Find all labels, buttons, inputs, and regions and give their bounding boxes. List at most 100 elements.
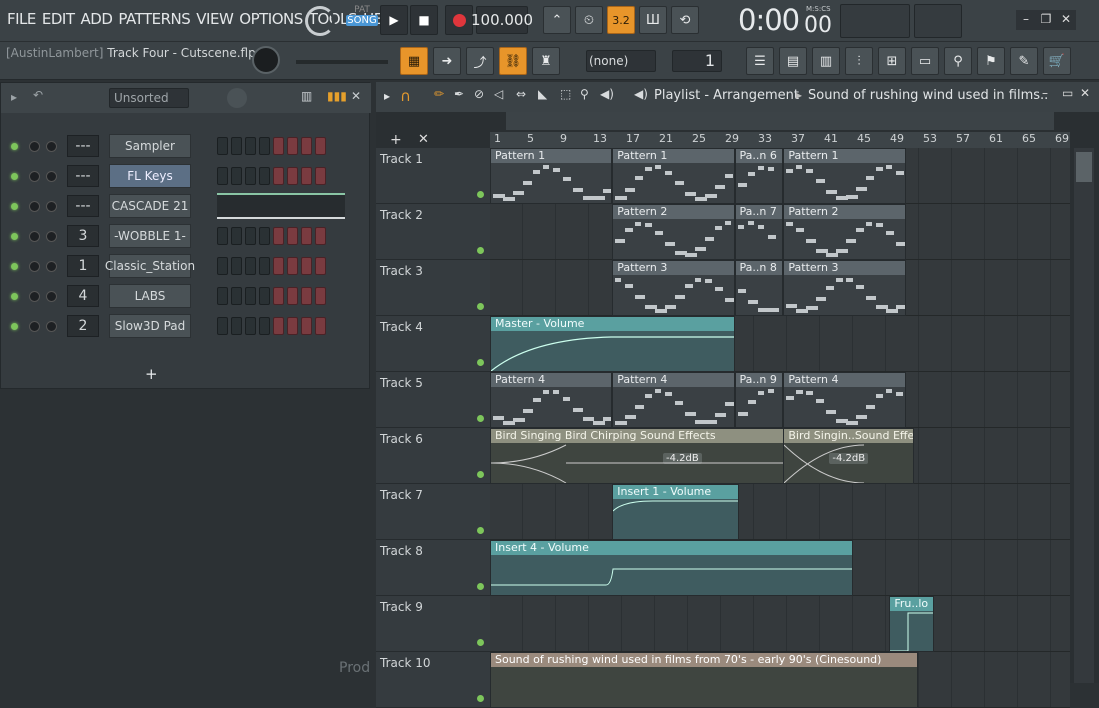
track-header[interactable]: Track 9: [376, 596, 490, 652]
track-header[interactable]: Track 3: [376, 260, 490, 316]
volume-knob[interactable]: [46, 290, 57, 302]
step-graph[interactable]: [217, 193, 345, 219]
menu-edit[interactable]: EDIT: [39, 10, 78, 28]
step-button[interactable]: [287, 287, 298, 305]
track-lane[interactable]: [490, 484, 1070, 540]
step-button[interactable]: [315, 257, 326, 275]
channel-led[interactable]: [11, 172, 18, 180]
playlist-clip[interactable]: Bird Singing Bird Chirping Sound Effects…: [490, 428, 792, 484]
track-header[interactable]: Track 10: [376, 652, 490, 708]
channel-rack-icon[interactable]: ▤: [779, 47, 807, 75]
step-button[interactable]: [231, 167, 242, 185]
track-header[interactable]: Track 5: [376, 372, 490, 428]
playlist-clip[interactable]: Pattern 1: [612, 148, 735, 204]
pat-label[interactable]: PAT: [346, 5, 378, 15]
step-button[interactable]: [259, 317, 270, 335]
playlist-clip[interactable]: Pattern 1: [783, 148, 906, 204]
menu-patterns[interactable]: PATTERNS: [115, 10, 193, 28]
step-button[interactable]: [245, 257, 256, 275]
play-button[interactable]: ▶: [380, 5, 408, 35]
step-button[interactable]: [259, 287, 270, 305]
step-button[interactable]: [273, 137, 284, 155]
step-button[interactable]: [217, 227, 228, 245]
step-button[interactable]: [273, 317, 284, 335]
step-button[interactable]: [273, 287, 284, 305]
channel-name-button[interactable]: FL Keys: [109, 164, 191, 188]
step-button[interactable]: [231, 137, 242, 155]
track-header[interactable]: Track 7: [376, 484, 490, 540]
loop-record-icon[interactable]: ⟲: [671, 6, 699, 34]
volume-knob[interactable]: [46, 230, 57, 242]
track-header[interactable]: Track 4: [376, 316, 490, 372]
step-button[interactable]: [231, 257, 242, 275]
channel-led[interactable]: [11, 292, 18, 300]
playlist-clip[interactable]: Insert 4 - Volume: [490, 540, 853, 596]
graph-icon[interactable]: ▥: [301, 89, 312, 103]
undo-icon[interactable]: ↶: [33, 88, 43, 102]
record-button[interactable]: [445, 5, 473, 35]
mixer-track-number[interactable]: ---: [67, 135, 99, 157]
volume-knob[interactable]: [46, 260, 57, 272]
channel-name-button[interactable]: CASCADE 21: [109, 194, 191, 218]
step-button[interactable]: [259, 167, 270, 185]
step-button[interactable]: [259, 257, 270, 275]
pencil-icon[interactable]: ✏: [434, 87, 444, 101]
step-button[interactable]: [315, 137, 326, 155]
wait-input-icon[interactable]: ⏲: [575, 6, 603, 34]
song-label[interactable]: SONG: [346, 15, 378, 26]
step-button[interactable]: [245, 287, 256, 305]
close-button[interactable]: ✕: [1056, 10, 1076, 30]
step-button[interactable]: [217, 317, 228, 335]
track-led[interactable]: [477, 695, 484, 702]
master-pitch-knob[interactable]: [252, 46, 280, 74]
step-view-icon[interactable]: ▮▮▮: [327, 89, 347, 103]
step-button[interactable]: [273, 227, 284, 245]
close-icon[interactable]: ✕: [1080, 86, 1090, 100]
step-button[interactable]: [301, 317, 312, 335]
playlist-clip[interactable]: Pattern 1: [490, 148, 613, 204]
playlist-icon[interactable]: ☰: [746, 47, 774, 75]
step-button[interactable]: [231, 287, 242, 305]
step-button[interactable]: [259, 227, 270, 245]
pan-knob[interactable]: [29, 290, 40, 302]
step-button[interactable]: [217, 167, 228, 185]
pan-knob[interactable]: [29, 230, 40, 242]
track-led[interactable]: [477, 359, 484, 366]
playlist-clip[interactable]: Fru..lo: [889, 596, 935, 652]
track-led[interactable]: [477, 303, 484, 310]
track-header[interactable]: Track 6: [376, 428, 490, 484]
playlist-menu-arrow-icon[interactable]: ▸: [384, 89, 390, 103]
step-button[interactable]: [217, 137, 228, 155]
mixer-track-number[interactable]: ---: [67, 165, 99, 187]
step-button[interactable]: [217, 257, 228, 275]
step-button[interactable]: [287, 167, 298, 185]
pan-knob[interactable]: [29, 200, 40, 212]
magnet-icon[interactable]: ∩: [400, 87, 411, 105]
step-button[interactable]: [231, 227, 242, 245]
expand-arrow-icon[interactable]: ▸: [11, 90, 17, 104]
slip-icon[interactable]: ⇔: [516, 87, 526, 101]
step-button[interactable]: [245, 167, 256, 185]
arrow-icon[interactable]: ➜: [433, 47, 461, 75]
step-button[interactable]: [245, 227, 256, 245]
step-button[interactable]: [287, 137, 298, 155]
track-header[interactable]: Track 8: [376, 540, 490, 596]
step-edit-icon[interactable]: Ш: [639, 6, 667, 34]
mixer-track-number[interactable]: 1: [67, 255, 99, 277]
playlist-clip[interactable]: Pattern 4: [490, 372, 613, 428]
delete-icon[interactable]: ⊘: [474, 87, 484, 101]
pan-knob[interactable]: [29, 320, 40, 332]
track-led[interactable]: [477, 471, 484, 478]
step-button[interactable]: [315, 317, 326, 335]
playlist-clip[interactable]: Pa..n 7: [734, 204, 784, 260]
track-led[interactable]: [477, 639, 484, 646]
vertical-scrollbar[interactable]: [1074, 148, 1094, 683]
playlist-clip[interactable]: Pa..n 6: [734, 148, 784, 204]
step-button[interactable]: [287, 227, 298, 245]
paint-icon[interactable]: ✒: [454, 87, 464, 101]
plugin-picker-icon[interactable]: ⚲: [944, 47, 972, 75]
volume-knob[interactable]: [46, 320, 57, 332]
pattern-selector[interactable]: (none): [586, 50, 656, 72]
playlist-clip[interactable]: Pattern 4: [783, 372, 906, 428]
swing-knob[interactable]: [227, 88, 247, 108]
